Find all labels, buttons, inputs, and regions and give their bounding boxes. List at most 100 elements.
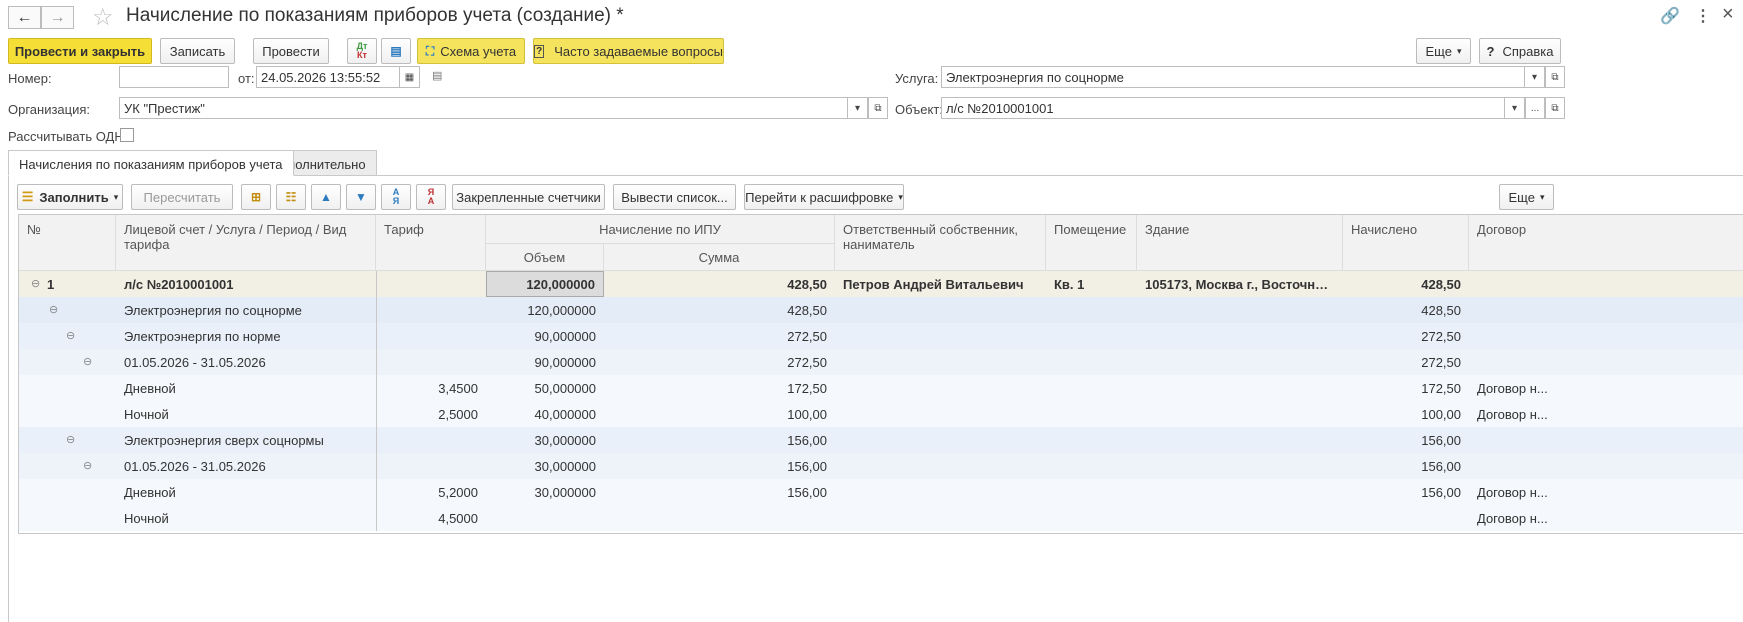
org-dropdown-button[interactable]: ▾ [848, 97, 868, 119]
calendar-icon: ▦ [404, 71, 415, 83]
column-divider [1137, 271, 1138, 531]
table-row[interactable]: Ночной 4,5000 Договор н... [19, 505, 1743, 531]
table-row[interactable]: ⊖ Электроэнергия по соцнорме 120,000000 428… [19, 297, 1743, 323]
cell-room [1046, 401, 1137, 427]
scheme-button[interactable]: ⛶ Схема учета [417, 38, 525, 64]
org-field[interactable]: УК "Престиж" [119, 97, 848, 119]
table-row[interactable]: ⊖ 01.05.2026 - 31.05.2026 90,000000 272,50 2… [19, 349, 1743, 375]
calendar-button[interactable]: ▦ [400, 66, 420, 88]
post-button[interactable]: Провести [253, 38, 329, 64]
number-field[interactable] [119, 66, 229, 88]
col-header-owner[interactable]: Ответственный собственник, наниматель [835, 215, 1046, 271]
col-header-account[interactable]: Лицевой счет / Услуга / Период / Вид тар… [116, 215, 376, 271]
cell-owner [835, 297, 1046, 323]
cell-sum: 172,50 [787, 381, 827, 396]
cell-contract [1469, 349, 1569, 375]
col-header-building[interactable]: Здание [1137, 215, 1343, 271]
cell-volume: 40,000000 [534, 407, 596, 422]
forward-button[interactable]: → [41, 6, 74, 29]
table-row[interactable]: Ночной 2,5000 40,000000 100,00 100,00 Договор… [19, 401, 1743, 427]
link-icon[interactable]: 🔗 [1660, 6, 1680, 26]
more-button[interactable]: Еще ▾ [1416, 38, 1471, 64]
table-row[interactable]: ⊖ Электроэнергия по норме 90,000000 272,50 2… [19, 323, 1743, 349]
cell-sum: 272,50 [787, 355, 827, 370]
chevron-down-icon: ▾ [1531, 71, 1538, 83]
cell-volume: 50,000000 [534, 381, 596, 396]
tree-button[interactable]: ☷ [276, 184, 306, 210]
tab-ipu-charges[interactable]: Начисления по показаниям приборов учета [8, 150, 294, 176]
column-divider [1046, 271, 1047, 531]
col-header-num[interactable]: № [19, 215, 116, 271]
service-open-button[interactable]: ⧉ [1545, 66, 1565, 88]
table-row[interactable]: Дневной 5,2000 30,000000 156,00 156,00 Догово… [19, 479, 1743, 505]
object-dropdown-button[interactable]: ▾ [1505, 97, 1525, 119]
date-field[interactable]: 24.05.2026 13:55:52 [256, 66, 400, 88]
close-icon[interactable]: × [1722, 3, 1734, 26]
col-header-contract[interactable]: Договор [1469, 215, 1743, 271]
ellipsis-icon: ... [1530, 102, 1540, 114]
open-icon: ⧉ [874, 102, 882, 114]
col-header-room[interactable]: Помещение [1046, 215, 1137, 271]
faq-button[interactable]: ? Часто задаваемые вопросы [533, 38, 724, 64]
post-and-close-button[interactable]: Провести и закрыть [8, 38, 152, 64]
col-header-ipu[interactable]: Начисление по ИПУ [486, 215, 835, 244]
cell-room: Кв. 1 [1054, 277, 1085, 292]
open-icon: ⧉ [1551, 102, 1559, 114]
cell-name: 01.05.2026 - 31.05.2026 [124, 355, 266, 370]
table-row[interactable]: ⊖ Электроэнергия сверх соцнормы 30,000000 1… [19, 427, 1743, 453]
structure-button[interactable]: ▤ [381, 38, 411, 64]
col-header-charged[interactable]: Начислено [1343, 215, 1469, 271]
favorite-star-icon[interactable]: ☆ [92, 3, 114, 32]
service-field[interactable]: Электроэнергия по соцнорме [941, 66, 1525, 88]
table-row[interactable]: ⊖ 01.05.2026 - 31.05.2026 30,000000 156,00 1… [19, 453, 1743, 479]
cell-name: 01.05.2026 - 31.05.2026 [124, 459, 266, 474]
org-open-button[interactable]: ⧉ [868, 97, 888, 119]
cell-num [39, 453, 116, 479]
save-button[interactable]: Записать [160, 38, 235, 64]
recalc-button[interactable]: Пересчитать [131, 184, 233, 210]
table-row[interactable]: ⊖ 1 л/с №2010001001 120,000000 428,50 Петров … [19, 271, 1743, 297]
cell-name: Дневной [124, 485, 176, 500]
object-select-button[interactable]: ... [1525, 97, 1545, 119]
output-list-button[interactable]: Вывести список... [613, 184, 736, 210]
object-field[interactable]: л/с №2010001001 [941, 97, 1505, 119]
col-header-sum[interactable]: Сумма [604, 244, 835, 271]
cell-sum: 100,00 [787, 407, 827, 422]
fill-icon: ☰ [21, 189, 34, 204]
charges-table[interactable]: № Лицевой счет / Услуга / Период / Вид т… [18, 214, 1743, 534]
cell-tariff: 3,4500 [438, 381, 478, 396]
add-row-button[interactable]: ⊞ [241, 184, 271, 210]
cell-name: Ночной [124, 407, 169, 422]
structure-icon: ▤ [390, 44, 402, 58]
sort-asc-button[interactable]: А Я [381, 184, 411, 210]
more-vertical-icon[interactable]: ⋮ [1695, 6, 1711, 26]
cell-num [39, 479, 116, 505]
move-down-button[interactable]: ▼ [346, 184, 376, 210]
back-button[interactable]: ← [8, 6, 41, 29]
comment-icon[interactable]: ▤ [432, 69, 442, 82]
cell-owner [835, 349, 1046, 375]
pinned-counters-button[interactable]: Закрепленные счетчики [452, 184, 605, 210]
scheme-label: Схема учета [440, 43, 517, 59]
cell-volume: 90,000000 [534, 329, 596, 344]
col-header-tariff[interactable]: Тариф [376, 215, 486, 271]
sort-desc-button[interactable]: Я А [416, 184, 446, 210]
cell-sum: 428,50 [787, 303, 827, 318]
service-label: Услуга: [895, 71, 939, 86]
table-row[interactable]: Дневной 3,4500 50,000000 172,50 172,50 Догово… [19, 375, 1743, 401]
grid-more-button[interactable]: Еще ▾ [1499, 184, 1554, 210]
cell-contract [1469, 323, 1569, 349]
number-label: Номер: [8, 71, 52, 86]
fill-button[interactable]: ☰ Заполнить ▾ [17, 184, 123, 210]
object-open-button[interactable]: ⧉ [1545, 97, 1565, 119]
more-label: Еще [1425, 43, 1452, 59]
question-icon: ? [534, 44, 545, 58]
cell-charged: 156,00 [1421, 433, 1461, 448]
help-button[interactable]: ? Справка [1479, 38, 1561, 64]
move-up-button[interactable]: ▲ [311, 184, 341, 210]
goto-decode-button[interactable]: Перейти к расшифровке ▾ [744, 184, 904, 210]
col-header-volume[interactable]: Объем [486, 244, 604, 271]
dt-kt-button[interactable]: Дт Кт [347, 38, 377, 64]
odn-checkbox[interactable] [120, 128, 134, 142]
service-dropdown-button[interactable]: ▾ [1525, 66, 1545, 88]
